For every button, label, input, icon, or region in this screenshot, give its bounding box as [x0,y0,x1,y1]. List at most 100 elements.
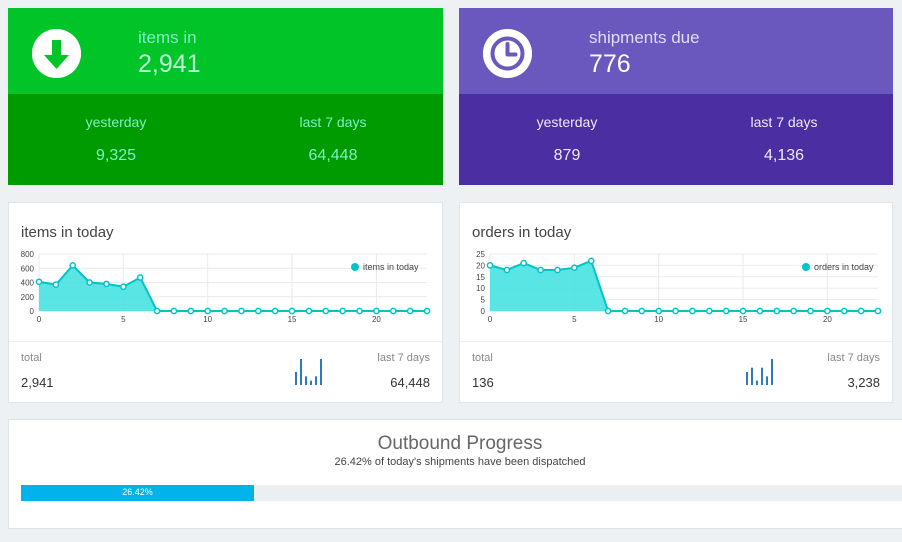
legend-label: items in today [363,262,419,272]
data-point [773,307,781,315]
data-point [170,307,178,315]
stat-last7-value: 4,136 [763,147,805,164]
data-point [739,307,747,315]
x-tick-label: 15 [288,315,297,324]
last7-label: last 7 days [377,352,430,364]
tile-label: items in [138,28,197,47]
data-point [187,307,195,315]
progress-label: 26.42% [122,487,153,497]
stat-yesterday-label: yesterday [536,114,598,130]
data-point [655,307,663,315]
items-in-tile: items in 2,941 yesterday 9,325 last 7 da… [8,8,443,185]
clock-icon [483,29,532,78]
last7-value: 3,238 [847,375,880,390]
items-in-today-panel: items in today 0 200 400 600 800 0 5 10 15 20 item… [8,202,443,403]
data-point [322,307,330,315]
tile-label: shipments due [589,28,700,47]
data-point [271,307,279,315]
total-value: 2,941 [21,375,54,390]
data-point [705,307,713,315]
data-point [35,278,43,286]
tile-stats: yesterday 9,325 last 7 days 64,448 [8,94,443,185]
data-point [389,307,397,315]
x-tick-label: 10 [654,315,663,324]
data-point [520,259,528,267]
data-point [86,279,93,286]
total-label: total [472,352,493,364]
total-label: total [21,352,42,364]
sparkline-bar [761,367,763,385]
x-tick-label: 20 [823,315,832,324]
total-value: 136 [472,375,494,390]
data-point [153,307,161,315]
last7-label: last 7 days [827,352,880,364]
x-tick-label: 15 [739,315,748,324]
progress-title: Outbound Progress [377,433,543,454]
sparkline-chart [295,359,322,385]
sparkline-bar [315,376,317,385]
data-point [103,280,110,288]
x-tick-label: 5 [121,315,126,324]
data-point [238,307,245,315]
data-point [221,307,228,315]
data-point [756,307,764,315]
data-point [537,266,544,274]
y-tick-label: 5 [481,296,486,305]
tile-header: items in 2,941 [8,8,443,94]
stat-last7-label: last 7 days [750,114,818,130]
data-point [52,281,60,288]
data-point [824,307,831,315]
x-tick-label: 20 [372,315,381,324]
data-point [790,307,798,315]
sparkline-bar [305,376,307,385]
data-point [373,307,380,315]
x-tick-label: 0 [488,315,493,324]
y-tick-label: 10 [476,284,485,293]
last7-value: 64,448 [390,375,430,390]
shipments-due-tile: shipments due 776 yesterday 879 last 7 d… [459,8,893,185]
data-point [204,307,212,315]
data-point [69,262,77,269]
sparkline-bar [751,367,753,385]
orders-in-today-panel: orders in today 0 5 10 15 20 25 0 5 10 15 20 orders… [459,202,893,403]
data-point [503,266,511,274]
x-tick-label: 0 [37,315,42,324]
data-point [874,307,882,315]
data-point [857,307,865,315]
sparkline-bar [300,359,302,385]
legend-marker [802,263,810,271]
series-area [39,265,427,311]
divider [460,341,892,342]
data-point [288,307,296,315]
data-point [638,307,646,315]
legend-marker [351,263,359,271]
stat-yesterday-label: yesterday [85,114,147,130]
y-tick-label: 25 [476,250,485,259]
data-point [722,307,730,315]
data-point [689,307,696,315]
data-point [807,307,814,315]
data-point [621,307,629,315]
y-tick-label: 200 [21,293,35,302]
data-point [305,307,313,315]
data-point [406,307,414,315]
sparkline-bar [295,372,297,385]
y-tick-label: 15 [476,273,485,282]
y-tick-label: 0 [481,307,486,316]
progress-fill: 26.42% [21,485,255,501]
y-tick-label: 20 [476,261,485,270]
sparkline-bar [320,359,322,385]
data-point [119,283,127,291]
sparkline-chart [746,359,773,385]
data-point [604,307,612,315]
data-point [356,307,363,315]
legend-label: orders in today [814,262,874,272]
stat-yesterday-value: 879 [553,147,581,164]
data-point [570,264,578,272]
data-point [423,307,431,315]
sparkline-bar [771,359,773,385]
tile-stats: yesterday 879 last 7 days 4,136 [459,94,893,185]
divider [9,341,442,342]
stat-yesterday-value: 9,325 [95,147,137,164]
sparkline-bar [756,380,758,385]
